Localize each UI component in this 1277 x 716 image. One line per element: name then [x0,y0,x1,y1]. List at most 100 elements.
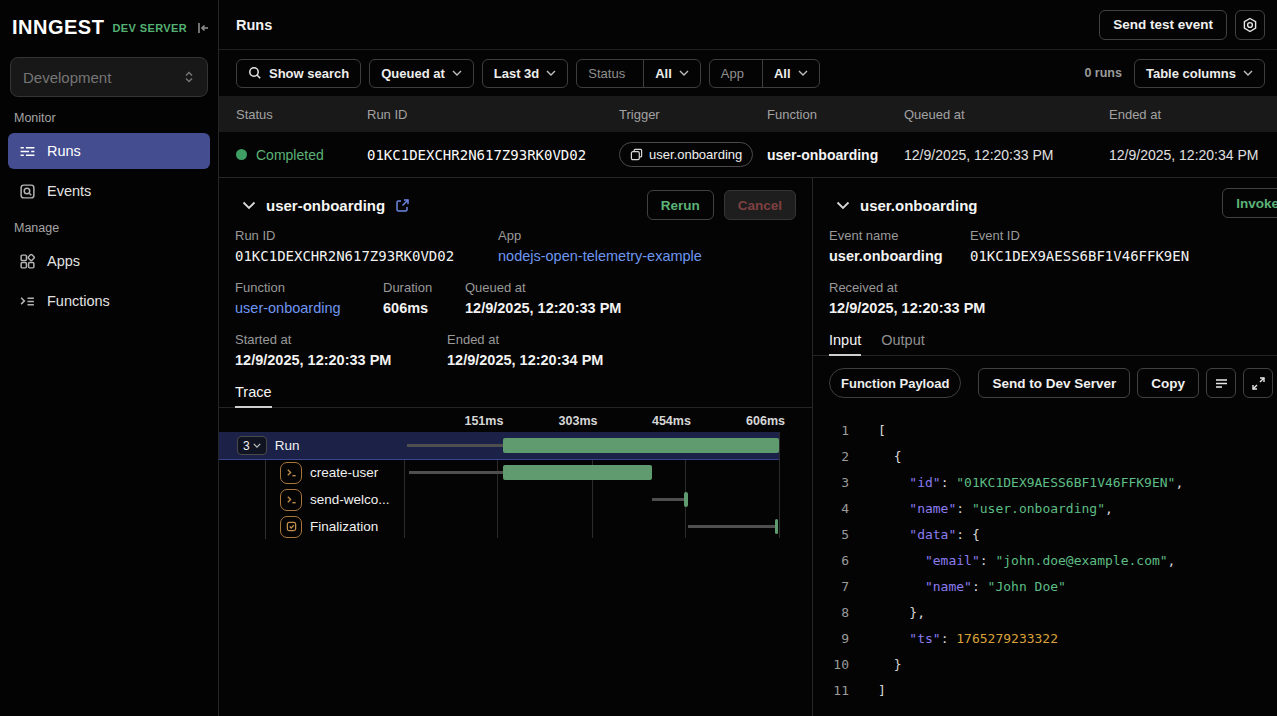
status-filter-label: Status [577,60,636,87]
expand-button[interactable] [1243,368,1273,398]
app: INNGEST DEV SERVER Development Monitor R… [0,0,1277,716]
payload-toolbar: Function Payload Send to Dev Server Copy [813,356,1277,410]
field-label-duration: Duration [383,280,465,295]
code-text: }, [878,600,925,626]
trigger-badge[interactable]: user.onboarding [619,142,753,167]
app-filter[interactable]: App All [709,59,820,88]
field-value-function[interactable]: user-onboarding [235,299,383,317]
trace-chart: 3 Run create-user send-welco... Finalization [219,432,812,540]
run-title: user-onboarding [266,197,385,214]
trace-axis: 151ms303ms454ms606ms [404,414,779,432]
trace-row-finalization[interactable]: Finalization [219,513,779,540]
table-header: StatusRun IDTriggerFunctionQueued atEnde… [219,96,1277,132]
queued-at-filter[interactable]: Queued at [369,59,474,88]
code-line: 4 "name": "user.onboarding", [829,496,1277,522]
field-value-event-name: user.onboarding [829,247,970,265]
sidebar-item-apps[interactable]: Apps [8,243,210,279]
code-text: "name": "John Doe" [878,574,1066,600]
field-value-event-id: 01KC1DEX9AESS6BF1V46FFK9EN [970,247,1189,265]
field-value-run-id: 01KC1DEXCHR2N617Z93RK0VD02 [235,247,498,265]
trace-row-create-user[interactable]: create-user [219,459,779,486]
function-payload-pill[interactable]: Function Payload [829,368,961,398]
send-test-event-button[interactable]: Send test event [1099,10,1227,40]
column-header: Trigger [619,107,767,122]
sidebar-item-label: Events [47,183,91,199]
event-tabs: Input Output [813,332,1277,356]
terminal-step-icon [286,467,297,478]
code-line: 8 }, [829,600,1277,626]
span-bar [775,519,779,534]
functions-icon [19,293,36,310]
run-tabs: Trace [219,384,812,408]
field-value-ended-at: 12/9/2025, 12:20:34 PM [447,351,603,369]
chevron-down-icon [452,70,462,76]
terminal-step-icon [286,494,297,505]
tab-output[interactable]: Output [881,332,925,355]
column-header: Run ID [367,107,619,122]
collapse-sidebar-icon[interactable] [195,20,211,36]
app-filter-value: All [774,66,791,81]
field-value-received-at: 12/9/2025, 12:20:33 PM [829,299,985,317]
code-line: 1[ [829,418,1277,444]
column-header: Queued at [904,107,1109,122]
sidebar-item-events[interactable]: Events [8,173,210,209]
line-number: 7 [829,574,849,600]
trace-row-name: Run [275,438,300,453]
settings-button[interactable] [1235,10,1265,40]
event-trigger-icon [630,148,643,161]
queued-at-cell: 12/9/2025, 12:20:33 PM [904,147,1109,163]
trace-row-name: send-welco... [310,492,390,507]
event-title: user.onboarding [860,197,978,214]
trace-row-bars [404,459,779,486]
ended-at-cell: 12/9/2025, 12:20:34 PM [1109,147,1277,163]
tab-input[interactable]: Input [829,332,861,356]
show-search-button[interactable]: Show search [236,59,361,88]
dev-server-badge: DEV SERVER [112,22,187,34]
status-filter[interactable]: Status All [576,59,700,88]
chevron-down-icon[interactable] [242,201,256,210]
field-value-started-at: 12/9/2025, 12:20:33 PM [235,351,447,369]
page-title: Runs [236,17,272,33]
topbar: Runs Send test event [219,0,1277,50]
filterbar: Show search Queued at Last 3d Status All… [219,50,1277,96]
field-label-function: Function [235,280,383,295]
run-details-panel: user-onboarding Rerun Cancel Run ID 01KC… [219,178,813,716]
field-value-app[interactable]: nodejs-open-telemetry-example [498,247,702,265]
chevron-down-icon [546,70,556,76]
app-filter-value-wrap: All [762,60,819,87]
sidebar-item-functions[interactable]: Functions [8,283,210,319]
wait-line [688,525,774,528]
line-number: 3 [829,470,849,496]
trace-row-run[interactable]: 3 Run [219,432,779,459]
step-check-icon-box [280,516,302,538]
code-text: { [878,444,901,470]
copy-button[interactable]: Copy [1137,368,1199,398]
chevron-down-icon [798,70,808,76]
wait-line [652,498,684,501]
environment-select[interactable]: Development [10,57,208,97]
code-text: "id": "01KC1DEX9AESS6BF1V46FFK9EN", [878,470,1183,496]
table-columns-button[interactable]: Table columns [1134,59,1265,88]
span-count-badge[interactable]: 3 [237,436,267,455]
field-label-event-id: Event ID [970,228,1189,243]
send-to-dev-server-button[interactable]: Send to Dev Server [978,368,1130,398]
status-completed-dot [236,149,247,160]
chevron-down-icon [1243,70,1253,76]
trace-row-send-welco---[interactable]: send-welco... [219,486,779,513]
apps-icon [19,253,36,270]
wrap-text-button[interactable] [1206,368,1236,398]
cancel-button[interactable]: Cancel [724,190,796,220]
tab-trace[interactable]: Trace [235,384,272,408]
run-id-cell: 01KC1DEXCHR2N617Z93RK0VD02 [367,147,619,163]
external-link-icon[interactable] [395,198,410,213]
field-label-started-at: Started at [235,332,447,347]
line-number: 9 [829,626,849,652]
line-number: 1 [829,418,849,444]
rerun-button[interactable]: Rerun [647,190,714,220]
invoke-button[interactable]: Invoke [1222,188,1277,218]
table-row[interactable]: Completed 01KC1DEXCHR2N617Z93RK0VD02 use… [219,132,1277,177]
chevron-down-icon[interactable] [836,201,850,210]
trace-row-name: Finalization [310,519,378,534]
time-range-filter[interactable]: Last 3d [482,59,569,88]
sidebar-item-runs[interactable]: Runs [8,133,210,169]
